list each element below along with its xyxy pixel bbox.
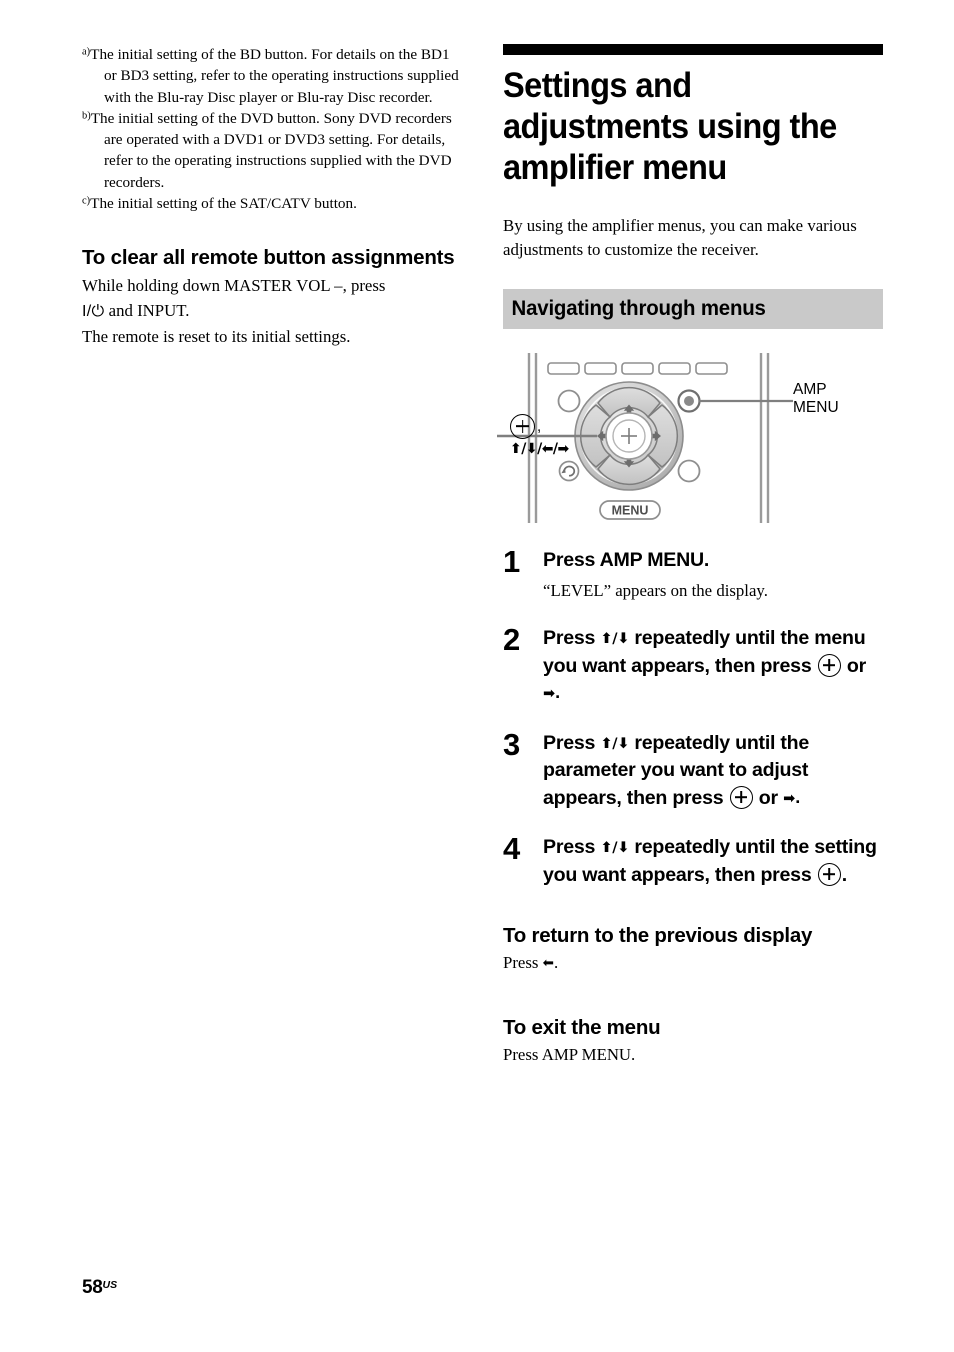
footnote-marker-c: c) [82, 195, 91, 207]
remote-control-diagram: MENU , ⬆/⬇/⬅/➡ AMP MENU [497, 341, 897, 531]
enter-button-icon [817, 862, 841, 886]
clear-assignments-body: While holding down MASTER VOL –, press I/… [82, 274, 464, 349]
callout-left-arrows: ⬆/⬇/⬅/➡ [510, 440, 569, 457]
clear-assignments-heading: To clear all remote button assignments [82, 246, 455, 270]
remote-button-lower-right [677, 459, 701, 483]
step-2-text-c: or [841, 654, 866, 677]
enter-button-icon [729, 785, 753, 809]
return-text-after: . [553, 953, 559, 973]
section-header-bar: Navigating through menus [503, 288, 883, 329]
page-title: Settings and adjustments using the ampli… [503, 66, 837, 187]
footnote-c: c)The initial setting of the SAT/CATV bu… [82, 193, 464, 214]
chapter-rule [503, 44, 883, 55]
step-4-number: 4 [503, 831, 520, 867]
exit-section: To exit the menu Press AMP MENU. [503, 1015, 883, 1067]
step-1-number: 1 [503, 543, 520, 579]
page-number-value: 58 [82, 1277, 103, 1298]
footnote-text-a: The initial setting of the BD button. Fo… [90, 46, 459, 106]
up-down-arrow-icon: ⬆/⬇ [600, 735, 630, 752]
callout-left: , ⬆/⬇/⬅/➡ [510, 413, 610, 457]
section-header-label: Navigating through menus [511, 296, 766, 321]
step-2-text-a: Press [543, 627, 601, 650]
power-icon: I/⏻ [82, 302, 105, 320]
intro-paragraph: By using the amplifier menus, you can ma… [503, 216, 857, 260]
footnote-a: a)The initial setting of the BD button. … [82, 44, 464, 108]
page-number: 58US [82, 1277, 117, 1299]
return-text-before: Press [503, 953, 543, 973]
remote-menu-button-label: MENU [612, 503, 649, 517]
remote-button-upper-left [557, 389, 581, 413]
callout-amp-menu: AMP MENU [793, 381, 839, 418]
right-arrow-icon: ➡. [543, 686, 561, 703]
page-number-region: US [102, 1278, 118, 1291]
step-4-text-d: . [841, 863, 847, 886]
step-2-number: 2 [503, 622, 520, 658]
step-4-text-a: Press [543, 836, 601, 859]
exit-section-heading: To exit the menu [503, 1016, 661, 1040]
right-arrow-icon: ➡. [783, 790, 801, 807]
step-2-heading: Press ⬆/⬇ repeatedly until the menu you … [543, 625, 883, 708]
clear-line-2: and INPUT. [104, 300, 190, 320]
callout-amp-menu-line2: MENU [793, 399, 839, 417]
callout-amp-menu-line1: AMP [793, 380, 827, 398]
amp-menu-button [677, 389, 701, 413]
step-4-heading: Press ⬆/⬇ repeatedly until the setting y… [543, 834, 883, 889]
return-section: To return to the previous display Press … [503, 923, 883, 975]
step-4: 4 Press ⬆/⬇ repeatedly until the setting… [503, 831, 883, 889]
document-page: a)The initial setting of the BD button. … [0, 0, 954, 1352]
step-3-heading: Press ⬆/⬇ repeatedly until the parameter… [543, 730, 883, 813]
up-down-arrow-icon: ⬆/⬇ [600, 840, 630, 857]
enter-button-icon [817, 653, 841, 677]
footnote-marker-b: b) [82, 110, 91, 122]
footnote-text-b: The initial setting of the DVD button. S… [90, 109, 452, 191]
step-3-text-a: Press [543, 731, 601, 754]
clear-line-1: While holding down MASTER VOL –, press [82, 276, 386, 296]
procedure-steps: 1 Press AMP MENU. “LEVEL” appears on the… [503, 543, 883, 890]
remote-top-button-row [547, 362, 728, 375]
step-1: 1 Press AMP MENU. “LEVEL” appears on the… [503, 543, 883, 604]
callout-left-comma: , [537, 417, 542, 435]
step-2: 2 Press ⬆/⬇ repeatedly until the menu yo… [503, 622, 883, 708]
remote-return-button [558, 460, 580, 482]
left-column: a)The initial setting of the BD button. … [82, 44, 464, 349]
dpad-enter-button [605, 412, 653, 460]
right-column: Settings and adjustments using the ampli… [497, 44, 883, 1067]
up-down-arrow-icon: ⬆/⬇ [600, 631, 630, 648]
step-3-text-c: or [753, 786, 784, 809]
footnote-marker-a: a) [82, 46, 91, 58]
return-section-heading: To return to the previous display [503, 924, 813, 948]
step-1-heading: Press AMP MENU. [543, 548, 710, 571]
step-3-number: 3 [503, 726, 520, 762]
clear-line-3: The remote is reset to its initial setti… [82, 326, 351, 346]
step-3: 3 Press ⬆/⬇ repeatedly until the paramet… [503, 726, 883, 813]
footnote-b: b)The initial setting of the DVD button.… [82, 108, 464, 193]
exit-section-body: Press AMP MENU. [503, 1045, 636, 1065]
enter-button-icon [510, 413, 535, 439]
footnote-text-c: The initial setting of the SAT/CATV butt… [90, 195, 357, 213]
step-1-note: “LEVEL” appears on the display. [543, 581, 768, 601]
remote-menu-button: MENU [599, 499, 661, 520]
return-section-body: Press ⬅. [503, 951, 883, 975]
left-arrow-icon: ⬅ [542, 955, 554, 972]
